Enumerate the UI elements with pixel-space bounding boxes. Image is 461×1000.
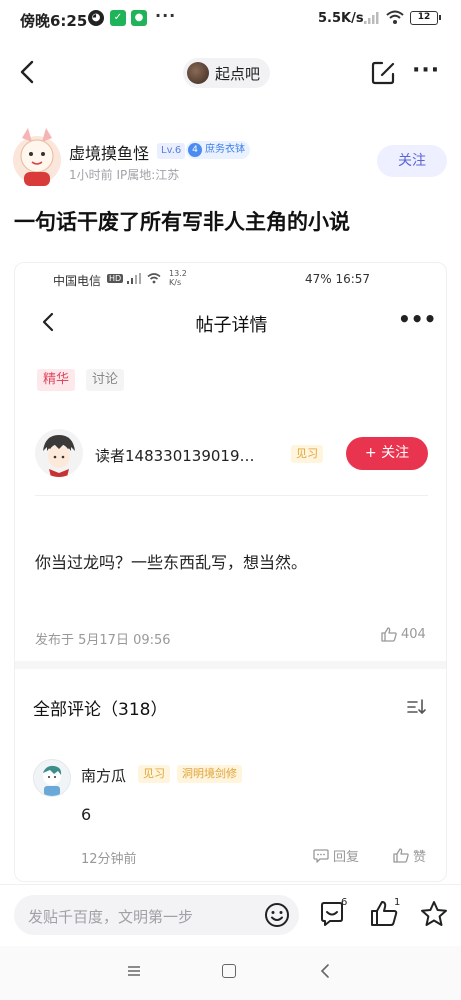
forum-avatar — [187, 62, 209, 84]
embedded-nav: 帖子详情 ••• — [15, 297, 446, 347]
post-meta: 1小时前 IP属地:江苏 — [69, 168, 180, 182]
section-separator — [15, 661, 446, 669]
reply-input-placeholder: 发贴千百度，文明第一步 — [28, 908, 194, 926]
net-speed: 5.5K/s — [318, 11, 364, 26]
embedded-carrier: 中国电信 — [53, 274, 102, 288]
comment-avatar[interactable] — [33, 759, 71, 797]
more-notifications-icon: ··· — [155, 6, 177, 25]
comment-reply-button[interactable]: 回复 — [313, 846, 359, 865]
embedded-page-title: 帖子详情 — [195, 315, 268, 336]
embedded-more-icon[interactable]: ••• — [398, 307, 436, 331]
comment-time: 12分钟前 — [81, 852, 137, 867]
home-icon[interactable] — [222, 964, 236, 978]
qq-icon: ◕ — [88, 10, 104, 26]
comment-author[interactable]: 南方瓜 — [81, 765, 126, 786]
level-badge: Lv.6 — [157, 143, 186, 159]
tag-discussion[interactable]: 讨论 — [86, 369, 125, 391]
embedded-follow-button[interactable]: + 关注 — [346, 437, 428, 470]
signal-icon — [364, 12, 379, 24]
embedded-post-content: 你当过龙吗？一些东西乱写，想当然。 — [35, 553, 308, 572]
title-badge-label: 庶务衣钵 — [205, 144, 245, 155]
top-nav: 起点吧 ··· — [0, 48, 461, 98]
status-bar: 傍晚6:25 ◕ ✓ ● ··· 5.5K/s 12 — [0, 0, 461, 38]
embedded-status-right: 47% 16:57 — [305, 272, 371, 286]
system-back-icon[interactable] — [318, 963, 332, 979]
comment-like-button[interactable]: 赞 — [393, 846, 426, 865]
star-icon[interactable] — [419, 899, 449, 929]
reply-input[interactable]: 发贴千百度，文明第一步 — [14, 895, 299, 935]
bottom-bar: 发贴千百度，文明第一步 6 1 — [0, 884, 461, 946]
embedded-username[interactable]: 读者148330139019… — [95, 445, 255, 466]
tag-featured[interactable]: 精华 — [37, 369, 76, 391]
menu-icon[interactable] — [127, 964, 141, 978]
wechat-icon: ● — [131, 10, 147, 26]
sort-icon[interactable] — [406, 697, 428, 717]
author-avatar[interactable] — [12, 126, 62, 188]
shield-icon: ✓ — [110, 10, 126, 26]
system-nav-bar — [0, 946, 461, 1000]
status-time: 傍晚6:25 — [20, 12, 88, 30]
post-title: 一句话干废了所有写非人主角的小说 — [14, 210, 350, 234]
divider — [35, 495, 428, 496]
edit-icon[interactable] — [370, 60, 396, 86]
like-count: 1 — [394, 897, 401, 908]
embedded-wifi-icon — [147, 273, 161, 284]
comment-title-badge: 洞明境剑修 — [177, 765, 242, 783]
reply-icon — [313, 849, 329, 863]
follow-button[interactable]: 关注 — [377, 145, 447, 177]
forum-pill[interactable]: 起点吧 — [183, 58, 271, 88]
author-name[interactable]: 虚境摸鱼怪 — [69, 140, 149, 164]
forum-name: 起点吧 — [215, 64, 261, 83]
hd-icon: HD — [107, 274, 124, 283]
back-icon[interactable] — [14, 58, 42, 86]
embedded-speed: 13.2 K/s — [169, 269, 187, 287]
embedded-like-count[interactable]: 404 — [381, 627, 426, 642]
thumb-up-icon — [393, 848, 409, 863]
embedded-user-avatar[interactable] — [35, 429, 83, 477]
thumb-up-icon — [381, 627, 397, 642]
battery-icon: 12 — [410, 11, 441, 25]
embedded-screenshot[interactable]: 中国电信 HD 13.2 K/s 47% 16:57 帖子详情 ••• 精华 讨… — [14, 262, 447, 882]
embedded-post-date: 发布于 5月17日 09:56 — [35, 633, 171, 648]
title-badge-number: 4 — [188, 143, 202, 157]
title-badge: 4 庶务衣钵 — [186, 141, 250, 159]
emoji-icon[interactable] — [264, 902, 290, 928]
embedded-signal-icon — [127, 273, 141, 284]
comment-text: 6 — [81, 805, 92, 824]
comment-level-badge: 见习 — [138, 765, 170, 783]
wifi-icon — [386, 10, 404, 24]
embedded-level-badge: 见习 — [291, 445, 323, 463]
comment-count: 6 — [341, 897, 348, 908]
embedded-status-bar: 中国电信 HD 13.2 K/s 47% 16:57 — [15, 263, 446, 297]
comments-title: 全部评论（318） — [33, 700, 168, 720]
more-icon[interactable]: ··· — [412, 58, 440, 83]
